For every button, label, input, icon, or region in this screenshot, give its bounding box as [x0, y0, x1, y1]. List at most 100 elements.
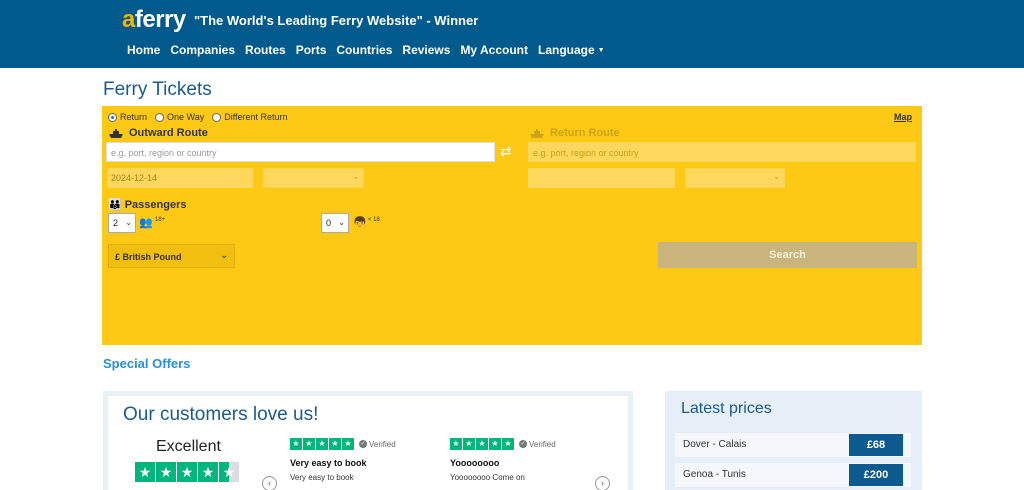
adults-note: 18+: [155, 217, 166, 223]
nav-ports[interactable]: Ports: [296, 43, 327, 57]
currency-value: £ British Pound: [115, 252, 182, 262]
outward-route-input[interactable]: e.g. port, region or country: [106, 142, 495, 162]
currency-select[interactable]: £ British Pound ⌄: [108, 244, 235, 268]
logo-rest: ferry: [134, 6, 186, 33]
children-value: 0: [326, 218, 332, 228]
map-link[interactable]: Map: [894, 112, 912, 122]
passengers-text: Passengers: [124, 198, 187, 211]
nav-language[interactable]: Language ▼: [538, 43, 605, 57]
price-route: Genoa - Tunis: [683, 469, 746, 480]
star-icon: ★: [156, 462, 176, 482]
star-icon: ★: [329, 438, 341, 450]
children-note: < 18: [368, 217, 380, 223]
chevron-down-icon: ⌄: [773, 172, 780, 181]
price-button[interactable]: £68: [849, 434, 903, 456]
nav-my-account[interactable]: My Account: [460, 43, 528, 57]
star-icon: ★: [463, 438, 475, 450]
children-icon: 👦: [353, 217, 367, 229]
verified-text: Verified: [369, 439, 396, 449]
main-nav: Home Companies Routes Ports Countries Re…: [127, 43, 615, 57]
verified-badge: ✓ Verified: [359, 440, 396, 449]
chevron-down-icon: ⌄: [338, 218, 345, 227]
search-button[interactable]: Search: [658, 242, 917, 268]
price-route: Dover - Calais: [683, 439, 747, 450]
return-route-label: Return Route: [529, 127, 620, 139]
star-icon: ★: [303, 438, 315, 450]
return-time-select[interactable]: ⌄: [685, 168, 785, 188]
radio-different-return-dot[interactable]: [212, 112, 222, 122]
nav-reviews[interactable]: Reviews: [402, 43, 450, 57]
adults-value: 2: [113, 218, 119, 228]
outward-date-input[interactable]: 2024-12-14: [107, 168, 253, 188]
adults-select[interactable]: 2 ⌄: [108, 213, 136, 233]
return-route-input[interactable]: e.g. port, region or country: [528, 142, 916, 162]
verified-badge: ✓ Verified: [519, 440, 556, 449]
chevron-down-icon: ⌄: [125, 218, 132, 227]
children-select[interactable]: 0 ⌄: [321, 213, 349, 233]
ship-icon: [109, 128, 123, 138]
price-row[interactable]: Dover - Calais £68: [675, 433, 911, 457]
radio-one-way-dot[interactable]: [155, 112, 165, 122]
radio-one-way[interactable]: One Way: [155, 112, 204, 122]
trip-type-radios: Return One Way Different Return: [108, 112, 296, 122]
star-icon: ★: [316, 438, 328, 450]
star-icon: ★: [489, 438, 501, 450]
radio-one-way-label: One Way: [167, 112, 205, 122]
passengers-label: 👪 Passengers: [108, 198, 187, 212]
star-icon: ★: [342, 438, 354, 450]
aferry-logo[interactable]: aferry: [122, 6, 186, 34]
review-body: Very easy to book: [290, 473, 354, 482]
star-icon: ★: [502, 438, 514, 450]
latest-prices-section: Latest prices Dover - Calais £68 Genoa -…: [665, 391, 922, 490]
top-header: aferry "The World's Leading Ferry Websit…: [0, 0, 1024, 68]
star-icon: ★: [476, 438, 488, 450]
star-icon: ★: [198, 462, 218, 482]
check-icon: ✓: [519, 440, 527, 449]
swap-routes-icon[interactable]: ⇄: [500, 143, 512, 160]
star-icon: ★: [290, 438, 302, 450]
review-body: Yoooooooo Come on: [450, 473, 525, 482]
radio-return[interactable]: Return: [108, 112, 147, 122]
review-title: Yoooooooo: [450, 458, 500, 468]
prev-arrow-icon[interactable]: ‹: [262, 476, 277, 490]
chevron-down-icon: ⌄: [220, 250, 228, 260]
reviews-title: Our customers love us!: [123, 404, 319, 425]
ship-icon: [530, 128, 544, 138]
tagline: "The World's Leading Ferry Website" - Wi…: [194, 13, 479, 28]
review-card: ★ ★ ★ ★ ★ ✓ Verified Very easy to book Very e…: [290, 438, 430, 482]
caret-down-icon: ▼: [597, 47, 605, 55]
logo-prefix: a: [122, 6, 135, 33]
latest-prices-title: Latest prices: [681, 400, 772, 417]
outward-time-select[interactable]: ⌄: [263, 168, 364, 188]
radio-return-dot[interactable]: [108, 112, 117, 122]
rating-word: Excellent: [156, 438, 221, 455]
star-icon: ★: [450, 438, 462, 450]
star-icon: ★: [135, 462, 155, 482]
return-route-text: Return Route: [550, 127, 620, 139]
star-icon: ★: [177, 462, 197, 482]
reviews-section: Our customers love us! Excellent ★ ★ ★ ★…: [103, 391, 633, 490]
nav-language-label: Language: [538, 43, 595, 57]
people-icon: 👪: [108, 199, 122, 211]
return-date-input[interactable]: [528, 168, 675, 188]
nav-home[interactable]: Home: [127, 43, 160, 57]
review-title: Very easy to book: [290, 458, 367, 468]
special-offers-heading[interactable]: Special Offers: [103, 356, 190, 371]
review-stars: ★ ★ ★ ★ ★ ✓ Verified: [450, 438, 590, 450]
booking-panel: Return One Way Different Return Map Outw…: [102, 106, 922, 345]
next-arrow-icon[interactable]: ›: [595, 476, 610, 490]
page-title: Ferry Tickets: [103, 79, 212, 100]
verified-text: Verified: [529, 439, 556, 449]
radio-different-return[interactable]: Different Return: [212, 112, 288, 122]
nav-countries[interactable]: Countries: [336, 43, 392, 57]
radio-different-return-label: Different Return: [224, 112, 288, 122]
review-stars: ★ ★ ★ ★ ★ ✓ Verified: [290, 438, 430, 450]
price-button[interactable]: £200: [849, 464, 903, 486]
half-star-icon: ★: [219, 462, 239, 482]
review-card: ★ ★ ★ ★ ★ ✓ Verified Yoooooooo Yoooooooo Come…: [450, 438, 590, 482]
reviews-card: Our customers love us! Excellent ★ ★ ★ ★…: [108, 396, 628, 490]
outward-route-label: Outward Route: [108, 127, 208, 139]
nav-routes[interactable]: Routes: [245, 43, 286, 57]
nav-companies[interactable]: Companies: [170, 43, 235, 57]
price-row[interactable]: Genoa - Tunis £200: [675, 463, 911, 487]
